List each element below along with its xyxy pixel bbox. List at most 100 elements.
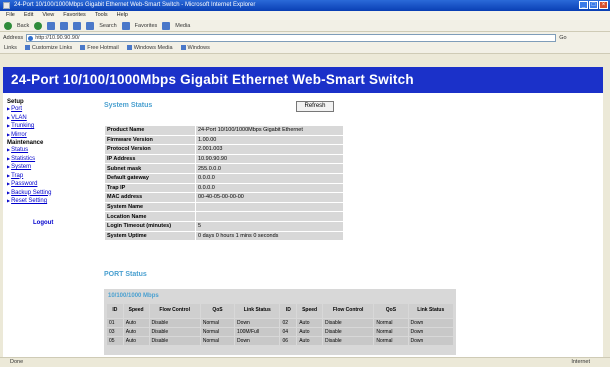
info-value: 00-40-05-00-00-00 xyxy=(196,193,343,202)
page-content: Setup Port VLAN Trunking Mirror Maintena… xyxy=(3,93,603,357)
sidebar: Setup Port VLAN Trunking Mirror Maintena… xyxy=(3,93,93,357)
port-cell: 05 xyxy=(107,337,123,345)
media-label[interactable]: Media xyxy=(175,23,190,29)
page-icon xyxy=(28,35,34,41)
info-key: Trap IP xyxy=(105,183,195,193)
sidebar-item-trap[interactable]: Trap xyxy=(3,172,93,181)
link-windows[interactable]: Windows xyxy=(181,45,210,51)
port-cell: Down xyxy=(408,328,453,336)
minimize-button[interactable]: _ xyxy=(579,1,588,9)
sidebar-item-trunking[interactable]: Trunking xyxy=(3,122,93,131)
address-bar: Address http://10.90.90.90/ Go xyxy=(0,32,610,43)
menu-file[interactable]: File xyxy=(6,11,15,20)
search-icon[interactable] xyxy=(86,21,95,30)
link-media[interactable]: Windows Media xyxy=(127,45,173,51)
info-value: 24-Port 10/100/1000Mbps Gigabit Ethernet xyxy=(196,126,343,135)
link-hotmail[interactable]: Free Hotmail xyxy=(80,45,118,51)
menu-view[interactable]: View xyxy=(42,11,54,20)
info-row: Subnet mask 255.0.0.0 xyxy=(105,164,343,173)
port-column-header: Speed xyxy=(297,304,322,318)
info-value: 0.0.0.0 xyxy=(196,173,343,183)
sidebar-item-reset[interactable]: Reset Setting xyxy=(3,197,93,206)
info-value xyxy=(196,212,343,221)
back-icon[interactable] xyxy=(4,21,12,30)
system-info-table: Product Name 24-Port 10/100/1000Mbps Giga… xyxy=(104,125,344,242)
search-label[interactable]: Search xyxy=(99,23,116,29)
port-row: 03 Auto Disable Normal 100M/Full 04 Auto Disabl… xyxy=(107,328,453,336)
port-cell: Auto xyxy=(123,328,149,336)
info-key: Location Name xyxy=(105,212,195,221)
sidebar-item-system[interactable]: System xyxy=(3,163,93,172)
info-key: Product Name xyxy=(105,126,195,135)
menu-bar: File Edit View Favorites Tools Help xyxy=(0,11,610,20)
window-title-bar: 24-Port 10/100/1000Mbps Gigabit Ethernet… xyxy=(0,0,610,11)
menu-tools[interactable]: Tools xyxy=(95,11,108,20)
port-column-header: Flow Control xyxy=(322,304,374,318)
info-value: 5 xyxy=(196,221,343,231)
info-key: Firmware Version xyxy=(105,135,195,145)
ie-icon xyxy=(3,2,10,9)
info-row: System Uptime 0 days 0 hours 1 mins 0 sec… xyxy=(105,231,343,241)
info-row: Login Timeout (minutes) 5 xyxy=(105,221,343,231)
refresh-icon[interactable] xyxy=(60,21,69,30)
port-cell: Normal xyxy=(374,337,408,345)
port-cell: 01 xyxy=(107,319,123,327)
back-label[interactable]: Back xyxy=(17,23,29,29)
port-row: 01 Auto Disable Normal Down 02 Auto Disable Norm… xyxy=(107,319,453,327)
close-button[interactable]: × xyxy=(599,1,608,9)
info-row: MAC address 00-40-05-00-00-00 xyxy=(105,193,343,202)
info-key: Default gateway xyxy=(105,173,195,183)
sidebar-item-port[interactable]: Port xyxy=(3,105,93,114)
port-cell: Normal xyxy=(200,328,235,336)
port-column-header: QoS xyxy=(374,304,408,318)
sidebar-item-status[interactable]: Status xyxy=(3,146,93,155)
sidebar-item-password[interactable]: Password xyxy=(3,180,93,189)
port-column-header: Speed xyxy=(123,304,149,318)
logout-link[interactable]: Logout xyxy=(3,220,93,226)
links-bar: Links Customize Links Free Hotmail Windo… xyxy=(0,43,610,54)
port-speed-caption: 10/100/1000 Mbps xyxy=(108,293,159,299)
media-icon[interactable] xyxy=(162,21,171,30)
security-zone: Internet xyxy=(571,359,590,365)
sidebar-item-backup[interactable]: Backup Setting xyxy=(3,189,93,198)
stop-icon[interactable] xyxy=(47,21,56,30)
forward-icon[interactable] xyxy=(34,21,43,30)
info-value: 10.90.90.90 xyxy=(196,154,343,164)
port-cell: Auto xyxy=(297,328,322,336)
refresh-button[interactable]: Refresh xyxy=(296,101,334,112)
menu-favorites[interactable]: Favorites xyxy=(63,11,86,20)
port-cell: Disable xyxy=(149,337,200,345)
port-cell: Normal xyxy=(200,319,235,327)
link-customize[interactable]: Customize Links xyxy=(25,45,72,51)
info-row: System Name xyxy=(105,202,343,212)
address-input[interactable]: http://10.90.90.90/ xyxy=(26,33,557,42)
info-row: Firmware Version 1.00.00 xyxy=(105,135,343,145)
info-key: MAC address xyxy=(105,193,195,202)
port-column-header: Link Status xyxy=(408,304,453,318)
port-cell: Normal xyxy=(200,337,235,345)
system-status-heading: System Status xyxy=(104,102,153,109)
favorites-label[interactable]: Favorites xyxy=(135,23,158,29)
port-cell: 06 xyxy=(280,337,297,345)
menu-edit[interactable]: Edit xyxy=(24,11,33,20)
menu-help[interactable]: Help xyxy=(117,11,128,20)
port-cell: Disable xyxy=(322,319,374,327)
window-title: 24-Port 10/100/1000Mbps Gigabit Ethernet… xyxy=(14,2,256,8)
info-row: Trap IP 0.0.0.0 xyxy=(105,183,343,193)
info-row: Protocol Version 2.001.003 xyxy=(105,145,343,154)
port-row: 05 Auto Disable Normal Down 06 Auto Disable Norm… xyxy=(107,337,453,345)
home-icon[interactable] xyxy=(73,21,82,30)
go-button[interactable]: Go xyxy=(559,35,566,41)
page-banner: 24-Port 10/100/1000Mbps Gigabit Ethernet… xyxy=(3,67,603,93)
favorites-icon[interactable] xyxy=(121,21,130,30)
port-cell: Down xyxy=(408,337,453,345)
address-label: Address xyxy=(3,34,24,41)
maximize-button[interactable]: □ xyxy=(589,1,598,9)
address-url: http://10.90.90.90/ xyxy=(35,34,80,41)
sidebar-item-vlan[interactable]: VLAN xyxy=(3,114,93,123)
port-cell: Down xyxy=(235,337,280,345)
sidebar-item-mirror[interactable]: Mirror xyxy=(3,131,93,140)
sidebar-item-statistics[interactable]: Statistics xyxy=(3,155,93,164)
port-cell: Auto xyxy=(123,319,149,327)
port-cell: Normal xyxy=(374,328,408,336)
